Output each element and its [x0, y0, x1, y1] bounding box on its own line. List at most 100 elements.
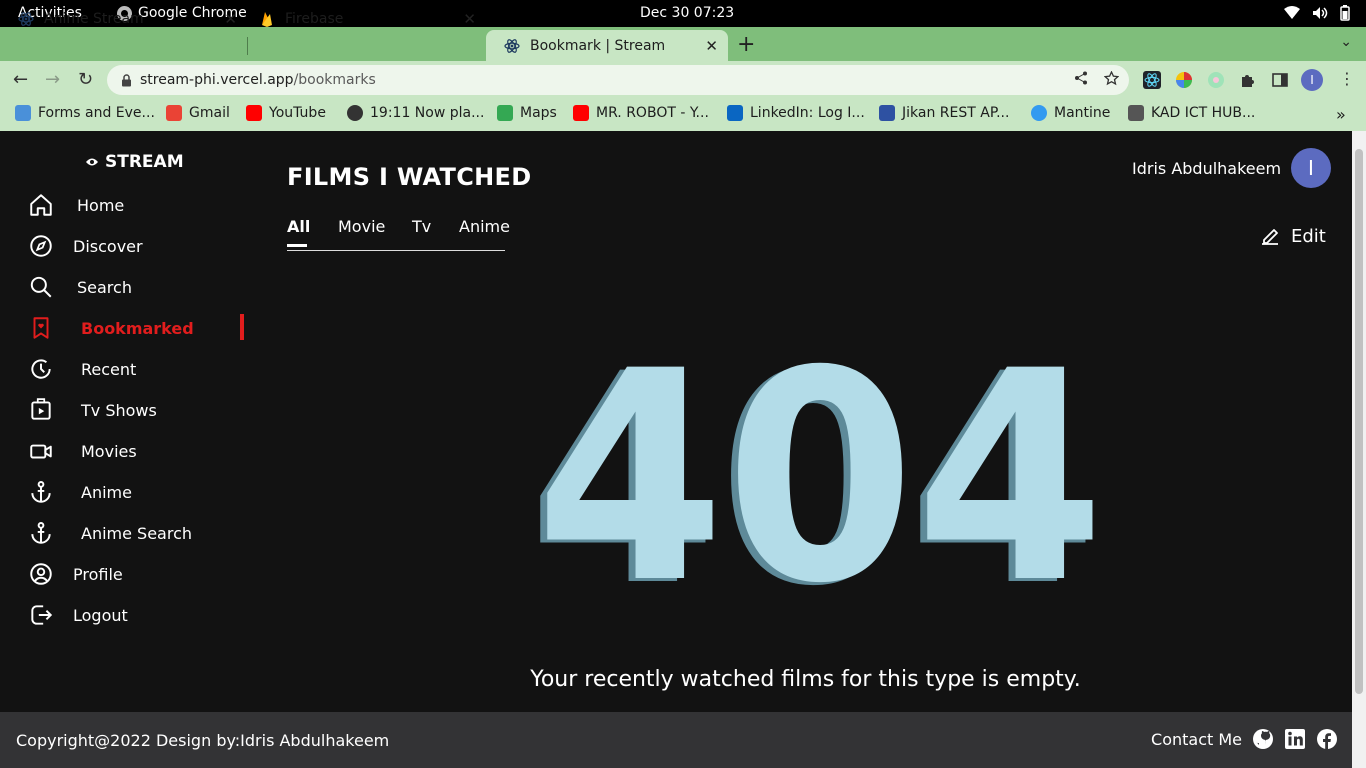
clock[interactable]: Dec 30 07:23: [640, 5, 734, 21]
mantine-icon: [1031, 105, 1047, 121]
close-icon[interactable]: ✕: [224, 10, 237, 28]
bookmark-now-playing[interactable]: 19:11 Now pla...: [347, 105, 484, 121]
side-panel-icon[interactable]: [1271, 71, 1289, 89]
extension-flower-icon[interactable]: [1207, 71, 1225, 89]
bookmark-youtube[interactable]: YouTube: [246, 105, 326, 121]
eye-icon: [86, 158, 98, 166]
globe-icon: [347, 105, 363, 121]
address-bar[interactable]: stream-phi.vercel.app/bookmarks: [107, 65, 1129, 95]
tv-icon: [31, 398, 51, 420]
kebab-menu-icon[interactable]: ⋮: [1339, 69, 1355, 88]
sidebar-item-label: Home: [77, 195, 125, 215]
youtube-icon: [246, 105, 262, 121]
sidebar-item-home[interactable]: Home: [28, 190, 124, 220]
compass-icon: [30, 235, 52, 257]
share-icon[interactable]: [1074, 71, 1088, 85]
user-circle-icon: [30, 563, 52, 585]
logout-icon: [31, 605, 53, 625]
user-name[interactable]: Idris Abdulhakeem: [1132, 159, 1281, 178]
sidebar-item-label: Discover: [73, 236, 143, 256]
bookmark-maps[interactable]: Maps: [497, 105, 557, 121]
tab-tv[interactable]: Tv: [412, 217, 431, 236]
sidebar-item-profile[interactable]: Profile: [28, 559, 123, 589]
contact-section: Contact Me: [1151, 728, 1338, 750]
tab-movie[interactable]: Movie: [338, 217, 385, 236]
sidebar-item-anime[interactable]: Anime: [28, 477, 132, 507]
youtube-icon: [573, 105, 589, 121]
sidebar-item-logout[interactable]: Logout: [28, 600, 128, 630]
tab-all[interactable]: All: [287, 217, 310, 247]
maps-icon: [497, 105, 513, 121]
copyright-text: Copyright@2022 Design by:Idris Abdulhake…: [16, 731, 390, 750]
video-icon: [30, 444, 52, 459]
edit-label: Edit: [1291, 225, 1326, 247]
tab-search-chevron-icon[interactable]: ⌄: [1340, 34, 1352, 50]
sidebar-item-label: Recent: [81, 359, 137, 379]
sidebar-item-label: Movies: [81, 441, 137, 461]
volume-icon: [1313, 7, 1328, 19]
tab-anime[interactable]: Anime: [459, 217, 510, 236]
browser-tab-anime-stream[interactable]: Anime Stream ✕: [0, 3, 247, 34]
sidebar-item-recent[interactable]: Recent: [28, 354, 136, 384]
puzzle-icon[interactable]: [1239, 71, 1257, 89]
forms-icon: [15, 105, 31, 121]
bookmark-mr-robot[interactable]: MR. ROBOT - Y...: [573, 105, 709, 121]
bookmark-mantine[interactable]: Mantine: [1031, 105, 1110, 121]
sidebar-item-movies[interactable]: Movies: [28, 436, 137, 466]
brand-logo[interactable]: STREAM: [85, 152, 184, 172]
bookmarks-overflow-chevron-icon[interactable]: »: [1336, 105, 1346, 124]
empty-state-message: Your recently watched films for this typ…: [530, 667, 1081, 692]
footer: Copyright@2022 Design by:Idris Abdulhake…: [0, 712, 1352, 768]
sidebar-item-bookmarked[interactable]: Bookmarked: [28, 313, 194, 343]
react-devtools-icon[interactable]: [1143, 71, 1161, 89]
forward-arrow-icon[interactable]: →: [45, 69, 60, 90]
bookmark-linkedin[interactable]: LinkedIn: Log I...: [727, 105, 865, 121]
url-path: /bookmarks: [293, 72, 376, 88]
sidebar-item-label: Anime Search: [81, 523, 193, 543]
reload-icon[interactable]: ↻: [78, 69, 93, 90]
sidebar-item-label: Search: [77, 277, 132, 297]
bookmark-kad-ict-hub[interactable]: KAD ICT HUB...: [1128, 105, 1255, 121]
bookmark-heart-icon: [33, 317, 49, 339]
sidebar-item-search[interactable]: Search: [28, 272, 132, 302]
bookmark-jikan[interactable]: Jikan REST AP...: [879, 105, 1009, 121]
close-icon[interactable]: ✕: [463, 10, 476, 28]
react-icon: [504, 38, 520, 54]
edit-button[interactable]: Edit: [1259, 225, 1326, 247]
page-scrollbar[interactable]: [1352, 131, 1366, 768]
url-host: stream-phi.vercel.app: [140, 72, 294, 88]
firebase-icon: [259, 11, 275, 27]
lock-icon: [122, 73, 131, 86]
browser-tab-bookmark-stream[interactable]: Bookmark | Stream ✕: [486, 30, 728, 61]
browser-tab-firebase[interactable]: Firebase ✕: [241, 3, 486, 34]
filter-tabs: All Movie Tv Anime: [287, 215, 510, 251]
scrollbar-thumb[interactable]: [1355, 149, 1363, 694]
sidebar-item-tv-shows[interactable]: Tv Shows: [28, 395, 157, 425]
system-tray[interactable]: [1284, 5, 1350, 21]
page-content: STREAM Home Discover Search Bookmarked R…: [0, 131, 1352, 712]
sidebar-item-anime-search[interactable]: Anime Search: [28, 518, 192, 548]
sidebar-item-label: Bookmarked: [81, 318, 194, 338]
sidebar-item-discover[interactable]: Discover: [28, 231, 143, 261]
react-icon: [18, 11, 34, 27]
svg-text:404: 404: [535, 346, 1105, 586]
linkedin-icon[interactable]: [1284, 728, 1306, 750]
color-picker-icon[interactable]: [1175, 71, 1193, 89]
back-arrow-icon[interactable]: ←: [13, 69, 28, 90]
battery-icon: [1340, 5, 1350, 21]
star-icon[interactable]: [1104, 71, 1119, 86]
facebook-icon[interactable]: [1316, 728, 1338, 750]
bookmark-forms[interactable]: Forms and Eve...: [15, 105, 155, 121]
close-icon[interactable]: ✕: [705, 37, 718, 55]
wifi-icon: [1284, 6, 1300, 19]
jikan-icon: [879, 105, 895, 121]
new-tab-button[interactable]: +: [737, 32, 755, 57]
browser-toolbar: ← → ↻ stream-phi.vercel.app/bookmarks ⋮: [0, 61, 1366, 99]
sidebar-item-label: Anime: [81, 482, 132, 502]
browser-profile-avatar[interactable]: I: [1301, 69, 1323, 91]
avatar[interactable]: I: [1291, 148, 1331, 188]
clock-icon: [31, 359, 51, 379]
bookmark-gmail[interactable]: Gmail: [166, 105, 230, 121]
github-icon[interactable]: [1252, 728, 1274, 750]
kad-icon: [1128, 105, 1144, 121]
